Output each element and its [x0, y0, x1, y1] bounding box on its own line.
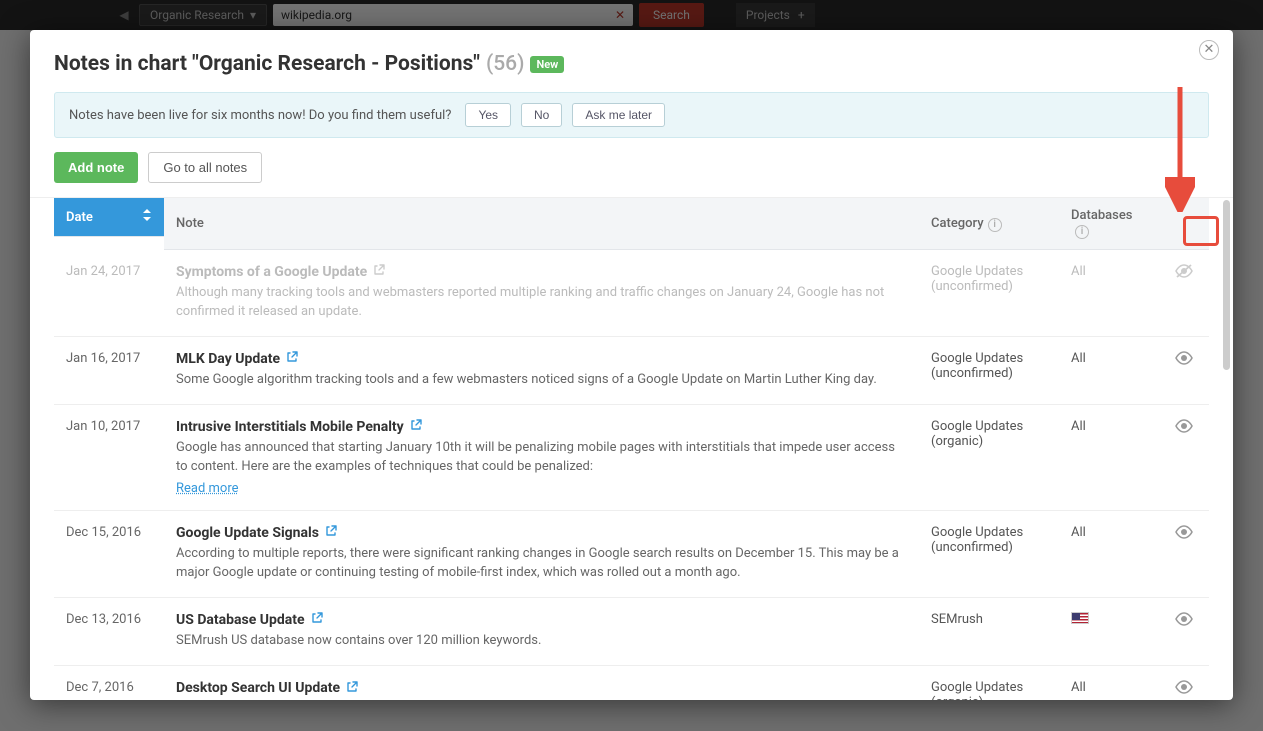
alert-later-button[interactable]: Ask me later [572, 103, 665, 127]
note-category: Google Updates (unconfirmed) [919, 250, 1059, 337]
info-icon[interactable]: i [1075, 225, 1089, 239]
note-date: Dec 13, 2016 [54, 598, 164, 666]
note-description: Google has announced that starting Janua… [176, 439, 907, 477]
db-value: All [1071, 680, 1086, 695]
table-row: Dec 13, 2016 US Database Update SEMrush … [54, 598, 1209, 666]
note-date: Jan 16, 2017 [54, 336, 164, 404]
note-databases: All [1059, 511, 1159, 598]
note-cell: Google Update Signals According to multi… [164, 511, 919, 598]
db-value: All [1071, 419, 1086, 434]
notes-table-wrap[interactable]: Date Note Categoryi Databasesi [30, 197, 1233, 700]
note-databases: All [1059, 405, 1159, 511]
new-badge: New [530, 56, 564, 73]
note-date: Dec 7, 2016 [54, 666, 164, 700]
note-databases: All [1059, 336, 1159, 404]
note-title[interactable]: Symptoms of a Google Update [176, 264, 907, 280]
note-databases [1059, 598, 1159, 666]
note-description: Some Google algorithm tracking tools and… [176, 371, 907, 390]
note-cell: US Database Update SEMrush US database n… [164, 598, 919, 666]
toolbar: Add note Go to all notes [30, 152, 1233, 197]
note-cell: Intrusive Interstitials Mobile Penalty G… [164, 405, 919, 511]
db-value: All [1071, 525, 1086, 540]
note-description: According to multiple reports, there wer… [176, 545, 907, 583]
external-link-icon[interactable] [373, 264, 385, 280]
note-title[interactable]: MLK Day Update [176, 351, 907, 367]
note-date: Jan 24, 2017 [54, 250, 164, 337]
modal-title: Notes in chart "Organic Research - Posit… [54, 52, 1209, 76]
note-description: SEMrush US database now contains over 12… [176, 632, 907, 651]
visibility-toggle-icon[interactable] [1174, 354, 1194, 369]
note-title[interactable]: US Database Update [176, 612, 907, 628]
note-category: SEMrush [919, 598, 1059, 666]
external-link-icon[interactable] [286, 351, 298, 367]
alert-yes-button[interactable]: Yes [465, 103, 511, 127]
external-link-icon[interactable] [311, 612, 323, 628]
col-category: Categoryi [919, 198, 1059, 250]
note-date: Dec 15, 2016 [54, 511, 164, 598]
note-databases: All [1059, 250, 1159, 337]
flag-us-icon [1071, 612, 1089, 624]
go-all-notes-button[interactable]: Go to all notes [148, 152, 262, 183]
note-date: Jan 10, 2017 [54, 405, 164, 511]
external-link-icon[interactable] [410, 419, 422, 435]
visibility-toggle-icon[interactable] [1174, 267, 1194, 282]
note-category: Google Updates (organic) [919, 666, 1059, 700]
note-description: Although many tracking tools and webmast… [176, 284, 907, 322]
modal-header: Notes in chart "Organic Research - Posit… [30, 52, 1233, 88]
scrollbar[interactable] [1223, 200, 1230, 370]
note-category: Google Updates (organic) [919, 405, 1059, 511]
external-link-icon[interactable] [346, 681, 358, 697]
col-date[interactable]: Date [54, 198, 164, 237]
db-value: All [1071, 264, 1086, 279]
read-more-link[interactable]: Read more [176, 481, 239, 496]
note-cell: MLK Day Update Some Google algorithm tra… [164, 336, 919, 404]
alert-text: Notes have been live for six months now!… [69, 108, 451, 123]
col-visibility [1159, 198, 1209, 250]
visibility-toggle-icon[interactable] [1174, 422, 1194, 437]
notes-count: (56) [486, 52, 524, 76]
visibility-toggle-icon[interactable] [1174, 615, 1194, 630]
external-link-icon[interactable] [325, 525, 337, 541]
close-button[interactable]: ✕ [1199, 40, 1219, 60]
note-title[interactable]: Google Update Signals [176, 525, 907, 541]
note-category: Google Updates (unconfirmed) [919, 511, 1059, 598]
add-note-button[interactable]: Add note [54, 152, 138, 183]
db-value: All [1071, 351, 1086, 366]
visibility-toggle-icon[interactable] [1174, 683, 1194, 698]
table-row: Jan 24, 2017 Symptoms of a Google Update… [54, 250, 1209, 337]
notes-modal: ✕ Notes in chart "Organic Research - Pos… [30, 30, 1233, 700]
col-note: Note [164, 198, 919, 250]
visibility-toggle-icon[interactable] [1174, 528, 1194, 543]
table-row: Dec 7, 2016 Desktop Search UI Update Goo… [54, 666, 1209, 700]
table-row: Dec 15, 2016 Google Update Signals Accor… [54, 511, 1209, 598]
alert-no-button[interactable]: No [521, 103, 562, 127]
notes-table: Date Note Categoryi Databasesi [54, 198, 1209, 700]
feedback-alert: Notes have been live for six months now!… [54, 92, 1209, 138]
col-databases: Databasesi [1059, 198, 1159, 250]
note-title[interactable]: Desktop Search UI Update [176, 680, 907, 696]
table-row: Jan 16, 2017 MLK Day Update Some Google … [54, 336, 1209, 404]
note-cell: Desktop Search UI Update Google has upda… [164, 666, 919, 700]
note-title[interactable]: Intrusive Interstitials Mobile Penalty [176, 419, 907, 435]
note-cell: Symptoms of a Google Update Although man… [164, 250, 919, 337]
note-databases: All [1059, 666, 1159, 700]
info-icon[interactable]: i [988, 218, 1002, 232]
table-row: Jan 10, 2017 Intrusive Interstitials Mob… [54, 405, 1209, 511]
note-category: Google Updates (unconfirmed) [919, 336, 1059, 404]
sort-icon [142, 208, 152, 226]
